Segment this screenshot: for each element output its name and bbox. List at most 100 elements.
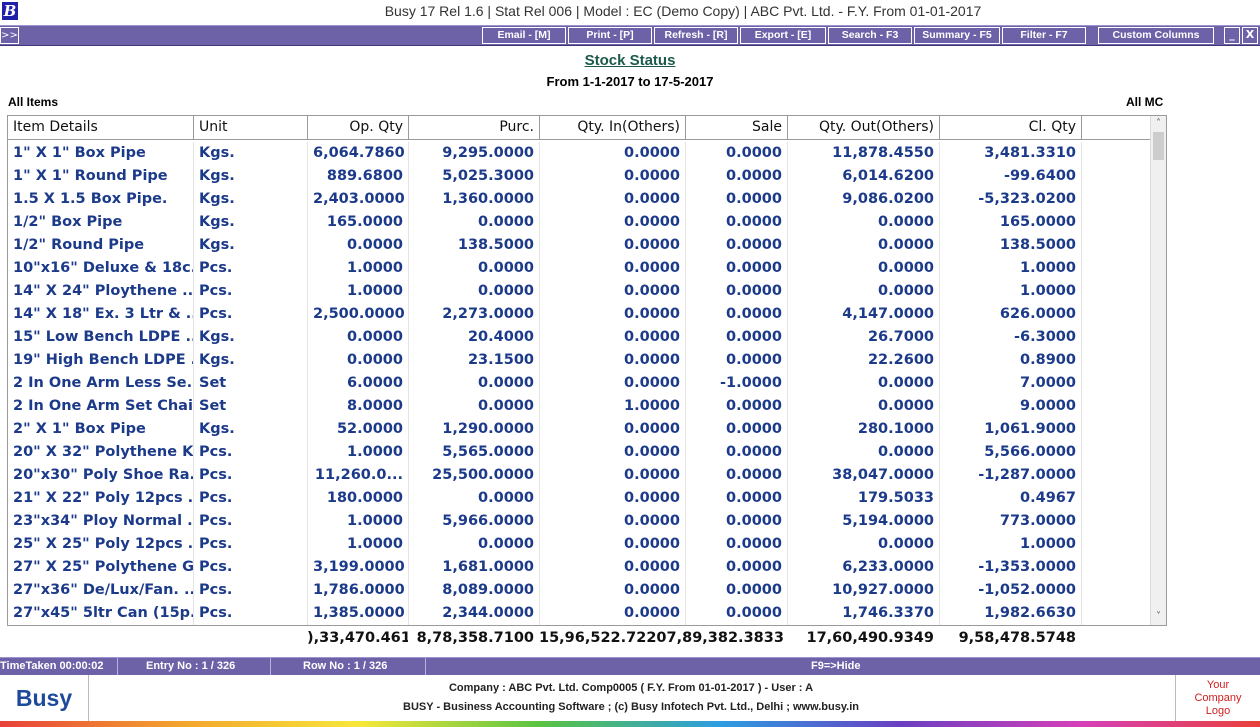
col-header-purc[interactable]: Purc. [409,116,540,139]
col-header-item-details[interactable]: Item Details [8,116,194,139]
cell-item-details: 1/2" Box Pipe [8,211,194,234]
col-header-op-qty[interactable]: Op. Qty [308,116,409,139]
table-row[interactable]: 2 In One Arm Set Chair Set 8.0000 0.0000 1.0… [8,395,1151,418]
cell-purc: 0.0000 [409,372,540,395]
cell-qty-in-others: 0.0000 [540,602,686,625]
cell-qty-out-others: 9,086.0200 [788,188,940,211]
col-header-qty-in-others[interactable]: Qty. In(Others) [540,116,686,139]
stock-status-grid[interactable]: Item Details Unit Op. Qty Purc. Qty. In(… [7,115,1167,626]
table-row[interactable]: 25" X 25" Poly 12pcs ... Pcs. 1.0000 0.0000… [8,533,1151,556]
table-row[interactable]: 20" X 32" Polythene K... Pcs. 1.0000 5,565.… [8,441,1151,464]
total-qty-out: 17,60,490.9349 [806,630,934,646]
cell-item-details: 10"x16" Deluxe & 18c... [8,257,194,280]
print-button[interactable]: Print - [P] [568,27,652,44]
table-row[interactable]: 14" X 24" Ploythene ... Pcs. 1.0000 0.0000 0… [8,280,1151,303]
cell-qty-in-others: 0.0000 [540,533,686,556]
table-row[interactable]: 1/2" Box Pipe Kgs. 165.0000 0.0000 0.0000 0.0… [8,211,1151,234]
cell-item-details: 14" X 18" Ex. 3 Ltr & ... [8,303,194,326]
cell-op-qty: 6,064.7860 [308,142,409,165]
cell-item-details: 20" X 32" Polythene K... [8,441,194,464]
vertical-scrollbar[interactable]: ˄ ˅ [1150,116,1166,625]
cell-sale: 0.0000 [686,326,788,349]
cell-purc: 25,500.0000 [409,464,540,487]
cell-item-details: 2 In One Arm Set Chair [8,395,194,418]
cell-qty-in-others: 0.0000 [540,372,686,395]
cell-purc: 0.0000 [409,395,540,418]
scroll-thumb[interactable] [1153,132,1164,160]
cell-sale: 0.0000 [686,533,788,556]
export-button[interactable]: Export - [E] [740,27,826,44]
cell-op-qty: 1,786.0000 [308,579,409,602]
cell-cl-qty: -1,287.0000 [940,464,1082,487]
refresh-button[interactable]: Refresh - [R] [654,27,738,44]
table-row[interactable]: 23"x34" Ploy Normal ... Pcs. 1.0000 5,966.0… [8,510,1151,533]
cell-sale: 0.0000 [686,487,788,510]
cell-op-qty: 0.0000 [308,349,409,372]
table-row[interactable]: 1.5 X 1.5 Box Pipe. Kgs. 2,403.0000 1,360.0… [8,188,1151,211]
cell-qty-out-others: 4,147.0000 [788,303,940,326]
hide-hint[interactable]: F9=>Hide [811,658,861,675]
table-row[interactable]: 14" X 18" Ex. 3 Ltr & ... Pcs. 2,500.0000 2… [8,303,1151,326]
cell-qty-out-others: 179.5033 [788,487,940,510]
col-header-qty-out-others[interactable]: Qty. Out(Others) [788,116,940,139]
busy-logo: Busy [0,675,89,721]
col-header-unit[interactable]: Unit [194,116,308,139]
table-row[interactable]: 27" X 25" Polythene G... Pcs. 3,199.0000 1,… [8,556,1151,579]
cell-op-qty: 1.0000 [308,257,409,280]
search-button[interactable]: Search - F3 [828,27,912,44]
cell-item-details: 1" X 1" Box Pipe [8,142,194,165]
cell-sale: 0.0000 [686,211,788,234]
cell-unit: Kgs. [194,326,308,349]
status-divider [425,658,426,675]
cell-qty-out-others: 0.0000 [788,395,940,418]
table-row[interactable]: 1" X 1" Round Pipe Kgs. 889.6800 5,025.3000… [8,165,1151,188]
cell-item-details: 27"x36" De/Lux/Fan. ... [8,579,194,602]
close-button[interactable]: X [1242,27,1258,44]
table-row[interactable]: 27"x36" De/Lux/Fan. ... Pcs. 1,786.0000 8,0… [8,579,1151,602]
cell-qty-in-others: 0.0000 [540,188,686,211]
cell-sale: -1.0000 [686,372,788,395]
cell-qty-out-others: 6,233.0000 [788,556,940,579]
email-button[interactable]: Email - [M] [482,27,566,44]
cell-qty-out-others: 0.0000 [788,280,940,303]
summary-button[interactable]: Summary - F5 [914,27,1000,44]
cell-op-qty: 0.0000 [308,234,409,257]
expand-button[interactable]: >> [0,27,19,44]
cell-qty-out-others: 0.0000 [788,441,940,464]
cell-unit: Pcs. [194,280,308,303]
table-row[interactable]: 27"x45" 5ltr Can (15p... Pcs. 1,385.0000 2,… [8,602,1151,625]
cell-qty-out-others: 5,194.0000 [788,510,940,533]
table-row[interactable]: 21" X 22" Poly 12pcs ... Pcs. 180.0000 0.00… [8,487,1151,510]
material-centre-filter-label: All MC [1126,95,1164,109]
scroll-down-icon[interactable]: ˅ [1151,610,1166,624]
cell-unit: Pcs. [194,487,308,510]
cell-qty-in-others: 0.0000 [540,326,686,349]
table-row[interactable]: 10"x16" Deluxe & 18c... Pcs. 1.0000 0.0000 0… [8,257,1151,280]
table-row[interactable]: 2" X 1" Box Pipe Kgs. 52.0000 1,290.0000 0.0… [8,418,1151,441]
cell-qty-in-others: 0.0000 [540,303,686,326]
cell-qty-in-others: 0.0000 [540,142,686,165]
table-row[interactable]: 1" X 1" Box Pipe Kgs. 6,064.7860 9,295.0000… [8,142,1151,165]
filter-button[interactable]: Filter - F7 [1002,27,1086,44]
time-taken: TimeTaken 00:00:02 [0,660,104,672]
scroll-up-icon[interactable]: ˄ [1151,117,1166,131]
cell-cl-qty: -6.3000 [940,326,1082,349]
total-op-qty: ),33,470.4610 [307,630,408,646]
col-header-sale[interactable]: Sale [686,116,788,139]
table-row[interactable]: 20"x30" Poly Shoe Ra... Pcs. 11,260.0... 25… [8,464,1151,487]
custom-columns-button[interactable]: Custom Columns [1098,27,1214,44]
cell-sale: 0.0000 [686,257,788,280]
table-row[interactable]: 19" High Bench LDPE ... Kgs. 0.0000 23.1500… [8,349,1151,372]
table-row[interactable]: 1/2" Round Pipe Kgs. 0.0000 138.5000 0.0000 0… [8,234,1151,257]
cell-qty-out-others: 0.0000 [788,257,940,280]
window-title: Busy 17 Rel 1.6 | Stat Rel 006 | Model :… [384,3,982,19]
company-logo-line: Company [1194,692,1242,704]
cell-sale: 0.0000 [686,303,788,326]
cell-op-qty: 11,260.0... [308,464,409,487]
cell-unit: Pcs. [194,556,308,579]
cell-op-qty: 180.0000 [308,487,409,510]
col-header-cl-qty[interactable]: Cl. Qty [940,116,1082,139]
minimize-button[interactable]: _ [1224,27,1240,44]
table-row[interactable]: 2 In One Arm Less Se... Set 6.0000 0.0000 0.… [8,372,1151,395]
table-row[interactable]: 15" Low Bench LDPE ... Kgs. 0.0000 20.4000 0… [8,326,1151,349]
